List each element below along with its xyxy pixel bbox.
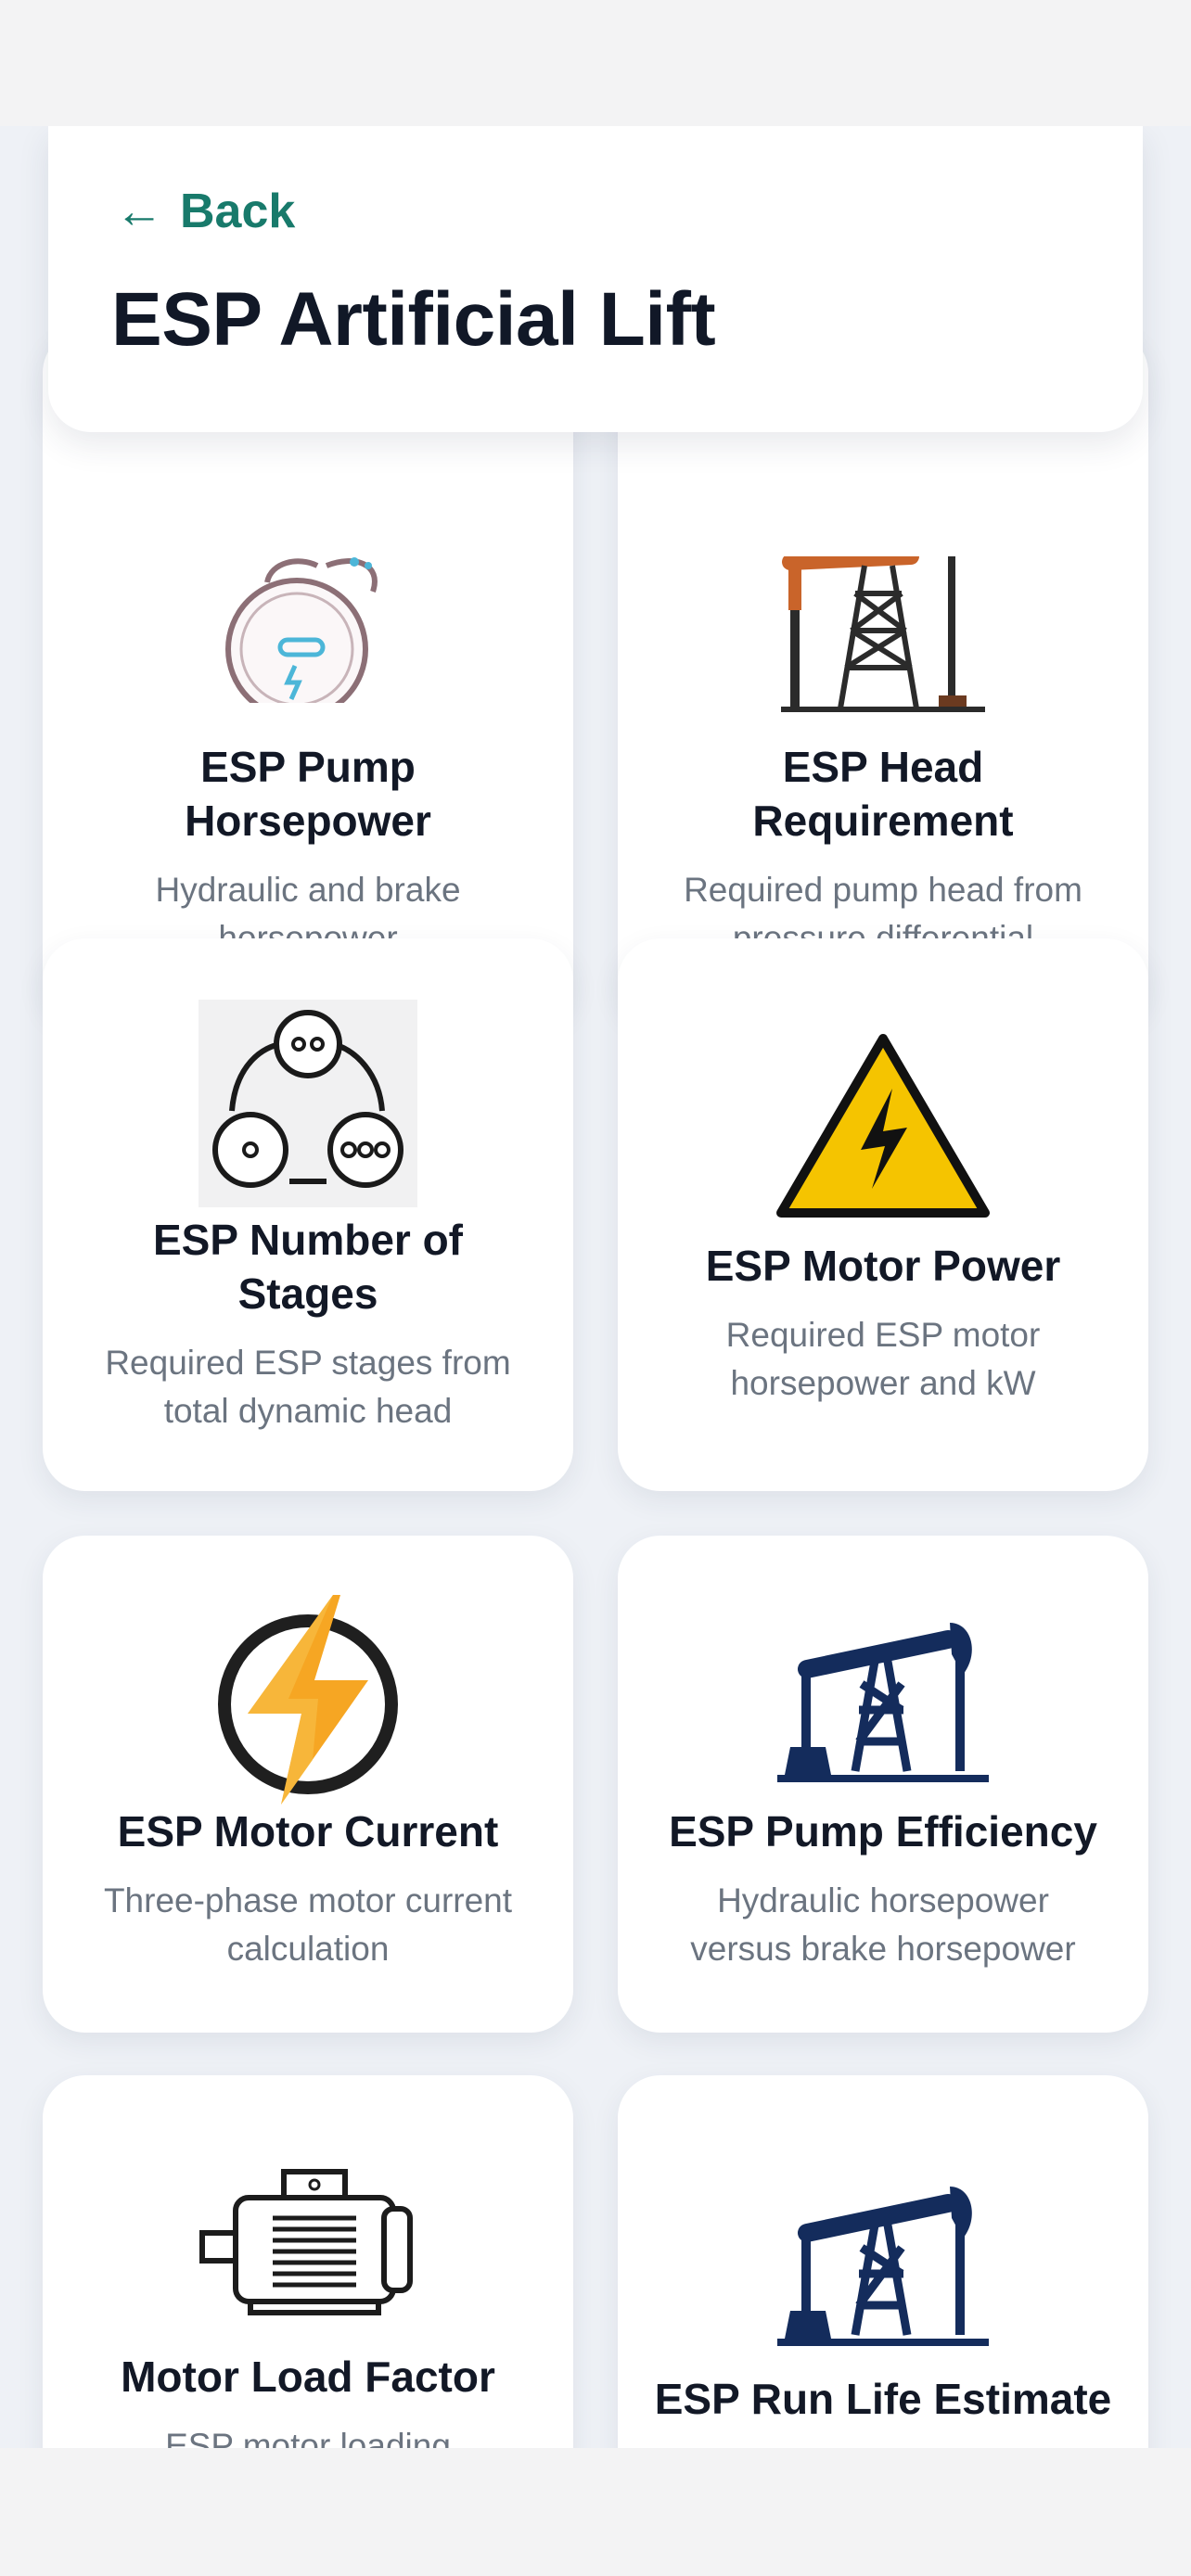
lightning-bolt-icon — [218, 1595, 398, 1804]
card-description-line2: horsepower and kW — [730, 1364, 1036, 1402]
pumpjack-icon — [777, 1623, 989, 1782]
high-voltage-warning-icon — [776, 1034, 990, 1218]
card-title-line2: Stages — [237, 1269, 378, 1318]
card-description-line1: Hydraulic horsepower — [717, 1881, 1049, 1919]
card-description-line1: Required pump head from — [684, 871, 1082, 909]
pumpjack-derrick-icon — [781, 556, 985, 712]
card-description-line1: Required ESP motor — [725, 1316, 1041, 1354]
stages-circles-icon — [198, 1000, 417, 1207]
card-title-line1: ESP Motor Power — [705, 1242, 1061, 1290]
card-description-line1: Hydraulic and brake — [155, 871, 461, 909]
card-description-line2: versus brake horsepower — [690, 1930, 1076, 1968]
card-title-line1: ESP Motor Current — [117, 1807, 499, 1855]
card-esp-pump-efficiency[interactable]: ESP Pump Efficiency Hydraulic horsepower… — [618, 1536, 1148, 2033]
card-description-line1: ESP motor loading — [165, 2427, 451, 2448]
card-description-line1: Three-phase motor current — [103, 1881, 513, 1919]
card-esp-number-of-stages[interactable]: ESP Number of Stages Required ESP stages… — [43, 938, 573, 1491]
card-title-line1: ESP Number of — [153, 1216, 463, 1264]
back-label: Back — [180, 185, 296, 238]
card-title-line1: ESP Run Life Estimate — [654, 2375, 1112, 2423]
page-header: ← Back ESP Artificial Lift — [48, 126, 1143, 432]
card-title-line2: Requirement — [752, 797, 1014, 845]
page-title: ESP Artificial Lift — [111, 277, 716, 362]
pumpjack-icon — [777, 2187, 989, 2346]
card-motor-load-factor[interactable]: Motor Load Factor ESP motor loading — [43, 2075, 573, 2448]
back-arrow-icon: ← — [115, 185, 163, 238]
card-title-line2: Horsepower — [185, 797, 431, 845]
card-esp-motor-power[interactable]: ESP Motor Power Required ESP motor horse… — [618, 938, 1148, 1491]
calculator-grid: ESP Pump Horsepower Hydraulic and brake … — [0, 126, 1191, 2448]
card-title-line1: ESP Head — [782, 743, 984, 791]
content-viewport: ← Back ESP Artificial Lift ESP Pump Horse… — [0, 126, 1191, 2448]
card-esp-pump-horsepower[interactable]: ESP Pump Horsepower Hydraulic and brake … — [43, 330, 573, 1022]
card-description-line2: calculation — [226, 1930, 390, 1968]
pump-gauge-icon — [225, 557, 378, 703]
card-description-line2: total dynamic head — [163, 1392, 453, 1430]
electric-motor-icon — [199, 2169, 413, 2315]
card-title-line1: Motor Load Factor — [121, 2353, 495, 2401]
card-title-line1: ESP Pump — [200, 743, 416, 791]
card-esp-head-requirement[interactable]: ESP Head Requirement Required pump head … — [618, 330, 1148, 1022]
card-esp-motor-current[interactable]: ESP Motor Current Three-phase motor curr… — [43, 1536, 573, 2033]
back-button[interactable]: ← Back — [115, 184, 295, 239]
card-description-line1: Required ESP stages from — [105, 1344, 511, 1382]
card-title-line1: ESP Pump Efficiency — [669, 1807, 1097, 1855]
card-esp-run-life-estimate[interactable]: ESP Run Life Estimate — [618, 2075, 1148, 2448]
